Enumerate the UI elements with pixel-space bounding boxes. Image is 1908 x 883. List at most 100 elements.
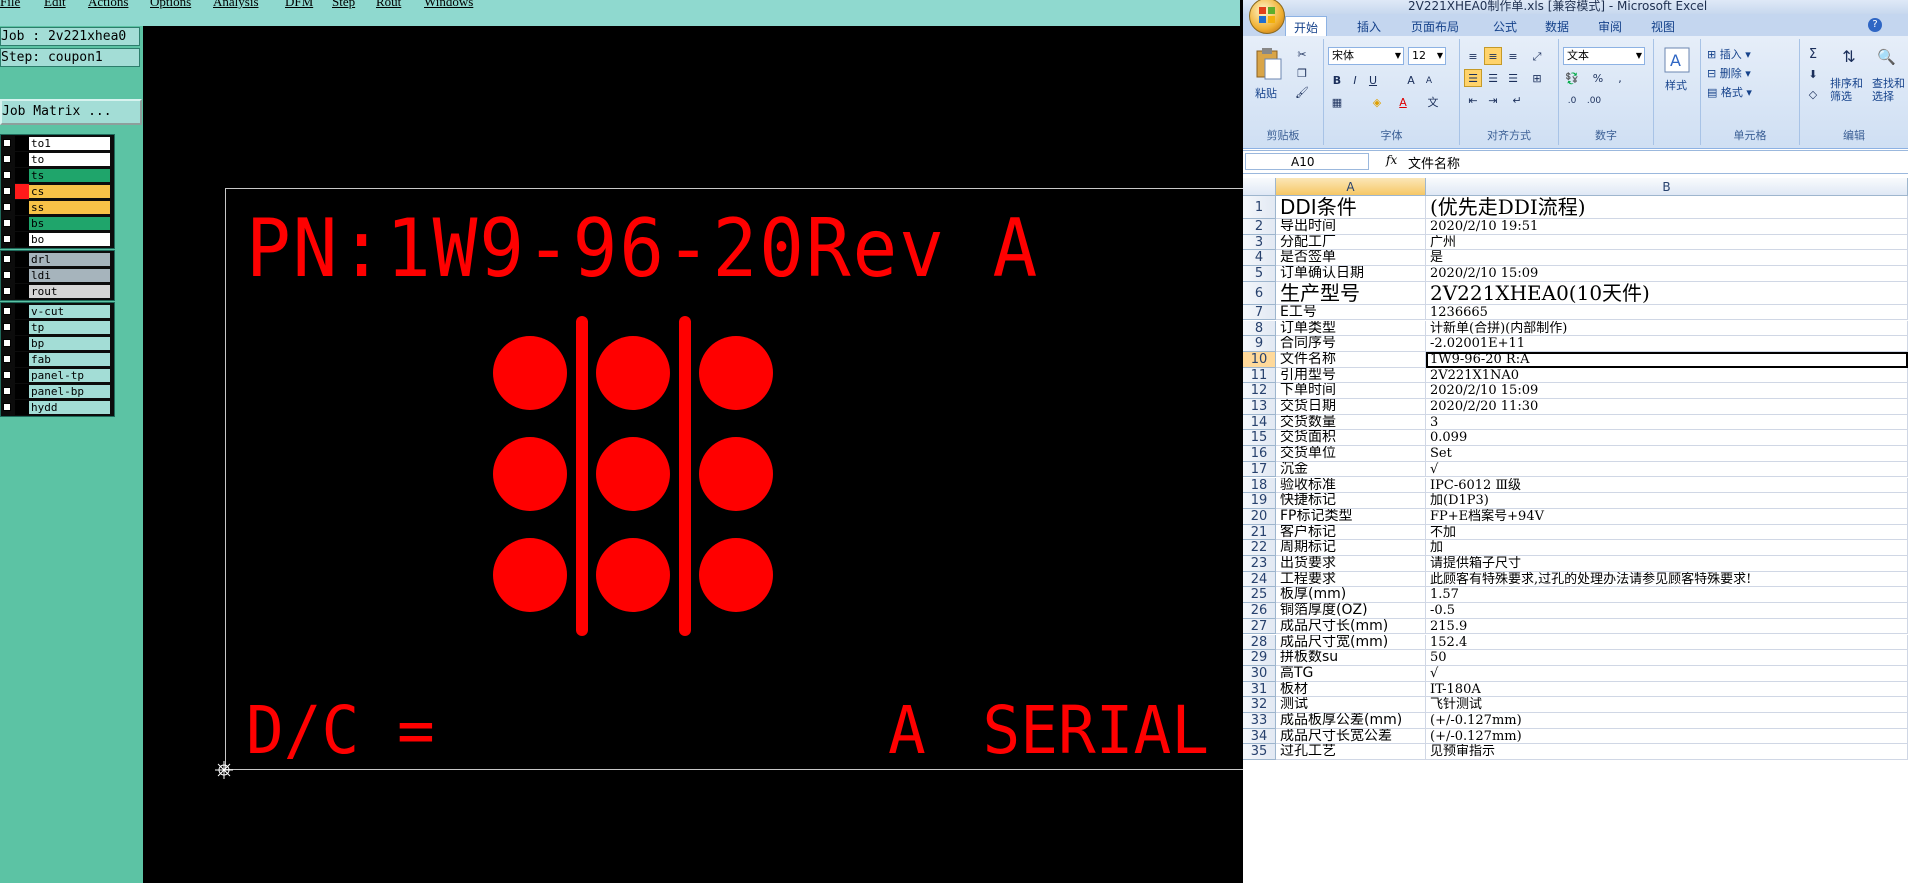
layer-row-bp[interactable]: bp [1,336,114,351]
cell-a[interactable]: 生产型号 [1276,281,1426,305]
menu-step[interactable]: Step [332,0,355,10]
row-number[interactable]: 11 [1243,367,1276,384]
cell-b[interactable]: 飞针测试 [1426,697,1908,713]
cell-b[interactable]: 见预审指示 [1426,744,1908,761]
find-select-button[interactable]: 查找和选择 [1872,77,1908,103]
cut-icon[interactable]: ✂ [1293,45,1311,63]
layer-name[interactable]: bo [29,233,110,246]
row-number[interactable]: 26 [1243,603,1276,619]
menu-edit[interactable]: Edit [44,0,66,10]
layer-row-fab[interactable]: fab [1,352,114,367]
layer-checkbox[interactable] [3,187,11,195]
menu-rout[interactable]: Rout [376,0,401,10]
cell-a[interactable]: 交货单位 [1276,446,1426,462]
cell-b[interactable]: 不加 [1426,524,1908,541]
row-number[interactable]: 34 [1243,728,1276,745]
cell-a[interactable]: 成品板厚公差(mm) [1276,713,1426,729]
cell-a[interactable]: 测试 [1276,697,1426,713]
select-all-corner[interactable] [1243,178,1276,196]
cell-a[interactable]: 高TG [1276,665,1426,682]
tab-review[interactable]: 审阅 [1598,18,1622,35]
cell-a[interactable]: 过孔工艺 [1276,744,1426,761]
currency-icon[interactable]: 💱 [1563,69,1581,87]
cell-b[interactable]: (优先走DDI流程) [1426,196,1908,219]
increase-indent-icon[interactable]: ⇥ [1484,91,1502,109]
autosum-icon[interactable]: Σ [1804,45,1822,63]
row-number[interactable]: 31 [1243,681,1276,698]
row-number[interactable]: 7 [1243,304,1276,321]
layer-color-swatch[interactable] [15,368,29,383]
wrap-text-icon[interactable]: ↵ [1508,91,1526,109]
cell-b[interactable]: 2V221XHEA0(10天件) [1426,281,1908,305]
cell-a[interactable]: 订单类型 [1276,320,1426,337]
cell-b[interactable]: 1236665 [1426,304,1908,321]
font-size-combo[interactable]: 12 ▼ [1408,47,1446,65]
row-number[interactable]: 35 [1243,744,1276,761]
cell-b[interactable]: √ [1426,665,1908,682]
layer-name[interactable]: cs [29,185,110,198]
layer-color-swatch[interactable] [15,252,29,267]
layer-name[interactable]: hydd [29,401,110,414]
cell-a[interactable]: 引用型号 [1276,367,1426,384]
layer-row-cs[interactable]: cs [1,184,114,199]
row-number[interactable]: 33 [1243,713,1276,729]
fill-icon[interactable]: ⬇ [1804,65,1822,83]
orientation-icon[interactable]: ⤢ [1528,47,1546,65]
shrink-font-icon[interactable]: A [1420,71,1438,89]
layer-name[interactable]: bs [29,217,110,230]
layer-name[interactable]: ts [29,169,110,182]
cell-a[interactable]: 快捷标记 [1276,493,1426,509]
layer-row-ts[interactable]: ts [1,168,114,183]
layer-row-v-cut[interactable]: v-cut [1,304,114,319]
layer-name[interactable]: to1 [29,137,110,150]
cell-b[interactable]: 加(D1P3) [1426,493,1908,509]
row-number[interactable]: 1 [1243,196,1276,219]
layer-checkbox[interactable] [3,387,11,395]
layer-color-swatch[interactable] [15,184,29,199]
column-header-a[interactable]: A [1276,178,1426,196]
layer-row-tp[interactable]: tp [1,320,114,335]
format-painter-icon[interactable]: 🖌 [1293,83,1311,101]
row-number[interactable]: 22 [1243,540,1276,556]
cell-b[interactable]: IT-180A [1426,681,1908,698]
layer-checkbox[interactable] [3,155,11,163]
layer-color-swatch[interactable] [15,384,29,399]
cell-b[interactable]: 1W9-96-20 R:A [1426,351,1908,368]
phonetic-icon[interactable]: 文 [1424,93,1442,111]
tab-view[interactable]: 视图 [1651,18,1675,35]
layer-checkbox[interactable] [3,139,11,147]
align-middle-icon[interactable]: ≡ [1484,47,1502,65]
cell-b[interactable]: 计新单(合拼)(内部制作) [1426,320,1908,337]
tab-page-layout[interactable]: 页面布局 [1411,18,1459,35]
cell-b[interactable]: 2020/2/10 19:51 [1426,219,1908,235]
layer-name[interactable]: ss [29,201,110,214]
layer-row-to[interactable]: to [1,152,114,167]
menu-windows[interactable]: Windows [424,0,473,10]
layer-color-swatch[interactable] [15,232,29,247]
formula-input[interactable]: 文件名称 [1408,153,1460,172]
cell-b[interactable]: 加 [1426,540,1908,556]
italic-button[interactable]: I [1346,71,1364,89]
menu-dfm[interactable]: DFM [285,0,313,10]
menu-analysis[interactable]: Analysis [213,0,259,10]
layer-row-hydd[interactable]: hydd [1,400,114,415]
row-number[interactable]: 24 [1243,571,1276,588]
cell-b[interactable]: 2V221X1NA0 [1426,367,1908,384]
cell-a[interactable]: 工程要求 [1276,571,1426,588]
cell-b[interactable]: 是 [1426,250,1908,267]
cell-a[interactable]: 周期标记 [1276,540,1426,556]
layer-name[interactable]: v-cut [29,305,110,318]
row-number[interactable]: 6 [1243,281,1276,305]
row-number[interactable]: 10 [1243,351,1276,368]
layer-color-swatch[interactable] [15,152,29,167]
cell-a[interactable]: 成品尺寸长(mm) [1276,618,1426,635]
row-number[interactable]: 19 [1243,493,1276,509]
layer-row-ldi[interactable]: ldi [1,268,114,283]
row-number[interactable]: 15 [1243,430,1276,447]
cell-b[interactable]: 0.099 [1426,430,1908,447]
cell-b[interactable]: FP+E档案号+94V [1426,508,1908,525]
layer-row-bo[interactable]: bo [1,232,114,247]
layer-checkbox[interactable] [3,355,11,363]
cell-a[interactable]: 拼板数su [1276,650,1426,666]
layer-color-swatch[interactable] [15,352,29,367]
